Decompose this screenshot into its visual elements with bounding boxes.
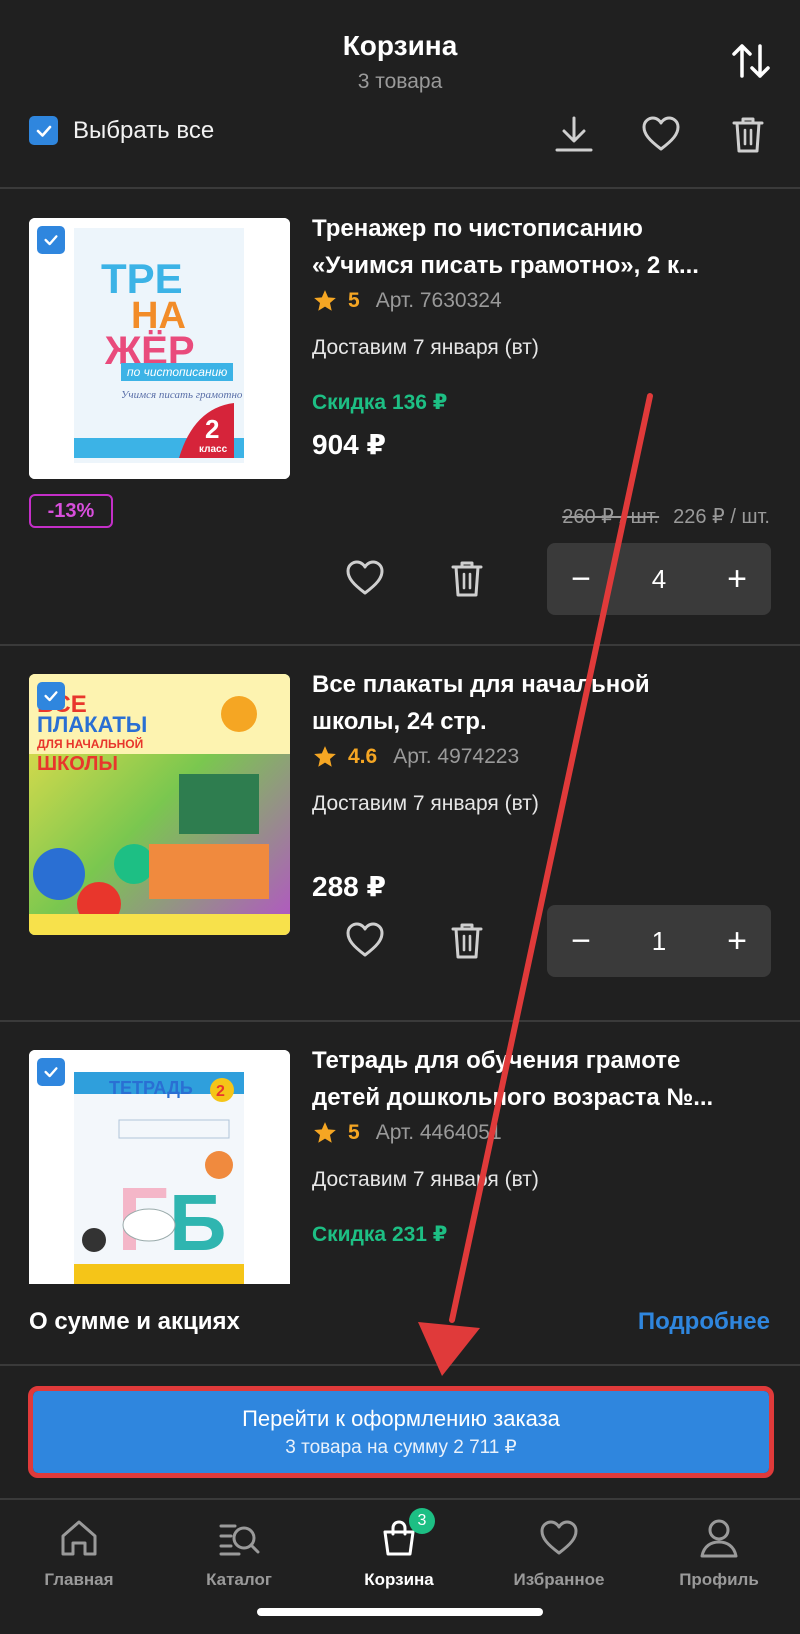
rating-row: 4.6 Арт. 4974223	[312, 744, 519, 770]
star-icon	[314, 1122, 336, 1143]
summary-label: О сумме и акциях	[29, 1308, 240, 1335]
check-icon	[44, 1067, 58, 1078]
check-icon	[36, 125, 51, 137]
decrease-button[interactable]: −	[561, 559, 601, 599]
trash-icon[interactable]	[445, 918, 489, 962]
book-cover-trainer: ТРЕ НА ЖЁР по чистописанию Учимся писать…	[29, 218, 290, 479]
article-number: Арт. 4464051	[375, 1121, 502, 1144]
profile-icon	[700, 1519, 738, 1558]
quantity-value: 1	[651, 925, 667, 956]
book-cover-notebook: ТЕТРАДЬ 2 Г Б	[29, 1050, 290, 1284]
svg-text:ДЛЯ НАЧАЛЬНОЙ: ДЛЯ НАЧАЛЬНОЙ	[37, 736, 143, 751]
quantity-stepper: − 1 +	[547, 905, 771, 977]
checkout-total: 3 товара на сумму 2 711 ₽	[285, 1436, 517, 1458]
cart-item: ВСЕ ПЛАКАТЫ ДЛЯ НАЧАЛЬНОЙ ШКОЛЫ Все плак…	[0, 646, 800, 1020]
item-title[interactable]: Все плакаты для начальной школы, 24 стр.	[312, 666, 772, 740]
article-number: Арт. 7630324	[375, 289, 502, 312]
heart-icon[interactable]	[639, 112, 683, 156]
item-checkbox[interactable]	[37, 226, 65, 254]
trash-icon[interactable]	[445, 556, 489, 600]
item-title[interactable]: Тетрадь для обучения грамоте детей дошко…	[312, 1042, 772, 1116]
header: Корзина 3 товара Выбрать все	[0, 0, 800, 190]
increase-button[interactable]: +	[717, 559, 757, 599]
select-all-checkbox[interactable]	[29, 116, 58, 145]
unit-price: 226 ₽ / шт.	[673, 506, 770, 528]
divider	[0, 1364, 800, 1366]
article-number: Арт. 4974223	[393, 745, 520, 768]
cart-item: ТЕТРАДЬ 2 Г Б Тетрадь для обучения грамо…	[0, 1022, 800, 1284]
quantity-stepper: − 4 +	[547, 543, 771, 615]
svg-text:ПЛАКАТЫ: ПЛАКАТЫ	[37, 712, 147, 737]
checkout-label: Перейти к оформлению заказа	[242, 1405, 560, 1431]
nav-catalog[interactable]: Каталог	[169, 1516, 309, 1590]
trash-icon[interactable]	[726, 112, 770, 156]
check-icon	[44, 235, 58, 246]
nav-cart[interactable]: 3 Корзина	[329, 1508, 469, 1590]
select-all[interactable]: Выбрать все	[29, 116, 214, 145]
checkout-highlight: Перейти к оформлению заказа 3 товара на …	[28, 1386, 774, 1478]
item-checkbox[interactable]	[37, 682, 65, 710]
rating-value: 5	[348, 1121, 360, 1144]
discount-badge: -13%	[29, 494, 113, 528]
sort-icon[interactable]	[728, 38, 774, 84]
increase-button[interactable]: +	[717, 921, 757, 961]
svg-text:класс: класс	[199, 444, 228, 455]
rating-row: 5 Арт. 4464051	[312, 1120, 502, 1146]
star-icon	[314, 746, 336, 767]
unit-prices: 260 ₽ / шт. 226 ₽ / шт.	[562, 504, 770, 529]
item-title[interactable]: Тренажер по чистописанию «Учимся писать …	[312, 210, 772, 284]
discount-text: Скидка 136 ₽	[312, 391, 448, 414]
item-count: 3 товара	[357, 70, 443, 93]
svg-text:Б: Б	[169, 1178, 227, 1267]
book-cover-posters: ВСЕ ПЛАКАТЫ ДЛЯ НАЧАЛЬНОЙ ШКОЛЫ	[29, 674, 290, 935]
nav-profile[interactable]: Профиль	[649, 1516, 789, 1590]
svg-text:Учимся писать грамотно: Учимся писать грамотно	[121, 389, 243, 401]
svg-text:ШКОЛЫ: ШКОЛЫ	[37, 753, 118, 775]
rating-row: 5 Арт. 7630324	[312, 288, 502, 314]
cart-count-badge: 3	[409, 1508, 435, 1534]
rating-value: 4.6	[348, 745, 378, 768]
old-unit-price: 260 ₽ / шт.	[562, 506, 660, 528]
favorite-icon[interactable]	[343, 556, 387, 600]
select-all-label: Выбрать все	[73, 116, 215, 144]
page-title: Корзина	[342, 30, 458, 61]
item-checkbox[interactable]	[37, 1058, 65, 1086]
favorite-icon[interactable]	[343, 918, 387, 962]
star-icon	[314, 290, 336, 311]
svg-text:по чистописанию: по чистописанию	[127, 365, 227, 379]
quantity-value: 4	[651, 563, 667, 594]
svg-text:2: 2	[205, 414, 219, 444]
checkout-button[interactable]: Перейти к оформлению заказа 3 товара на …	[33, 1391, 769, 1473]
cart-icon: 3	[377, 1508, 435, 1560]
nav-home[interactable]: Главная	[9, 1516, 149, 1590]
product-image[interactable]: ТРЕ НА ЖЁР по чистописанию Учимся писать…	[29, 218, 290, 479]
svg-text:ТЕТРАДЬ: ТЕТРАДЬ	[109, 1078, 193, 1098]
item-price: 904 ₽	[312, 429, 386, 460]
delivery-date: Доставим 7 января (вт)	[312, 1168, 539, 1191]
catalog-icon	[219, 1524, 260, 1556]
home-icon	[61, 1520, 97, 1556]
heart-icon	[540, 1520, 578, 1555]
download-icon[interactable]	[552, 112, 596, 156]
decrease-button[interactable]: −	[561, 921, 601, 961]
delivery-date: Доставим 7 января (вт)	[312, 792, 539, 815]
product-image[interactable]: ТЕТРАДЬ 2 Г Б	[29, 1050, 290, 1284]
details-link[interactable]: Подробнее	[638, 1308, 770, 1336]
product-image[interactable]: ВСЕ ПЛАКАТЫ ДЛЯ НАЧАЛЬНОЙ ШКОЛЫ	[29, 674, 290, 935]
check-icon	[44, 691, 58, 702]
delivery-date: Доставим 7 января (вт)	[312, 336, 539, 359]
item-price: 288 ₽	[312, 871, 386, 902]
discount-text: Скидка 231 ₽	[312, 1223, 448, 1246]
nav-favorites[interactable]: Избранное	[489, 1516, 629, 1590]
cart-item: ТРЕ НА ЖЁР по чистописанию Учимся писать…	[0, 190, 800, 644]
divider	[0, 187, 800, 189]
home-indicator	[257, 1608, 543, 1616]
rating-value: 5	[348, 289, 360, 312]
svg-text:2: 2	[216, 1083, 225, 1100]
